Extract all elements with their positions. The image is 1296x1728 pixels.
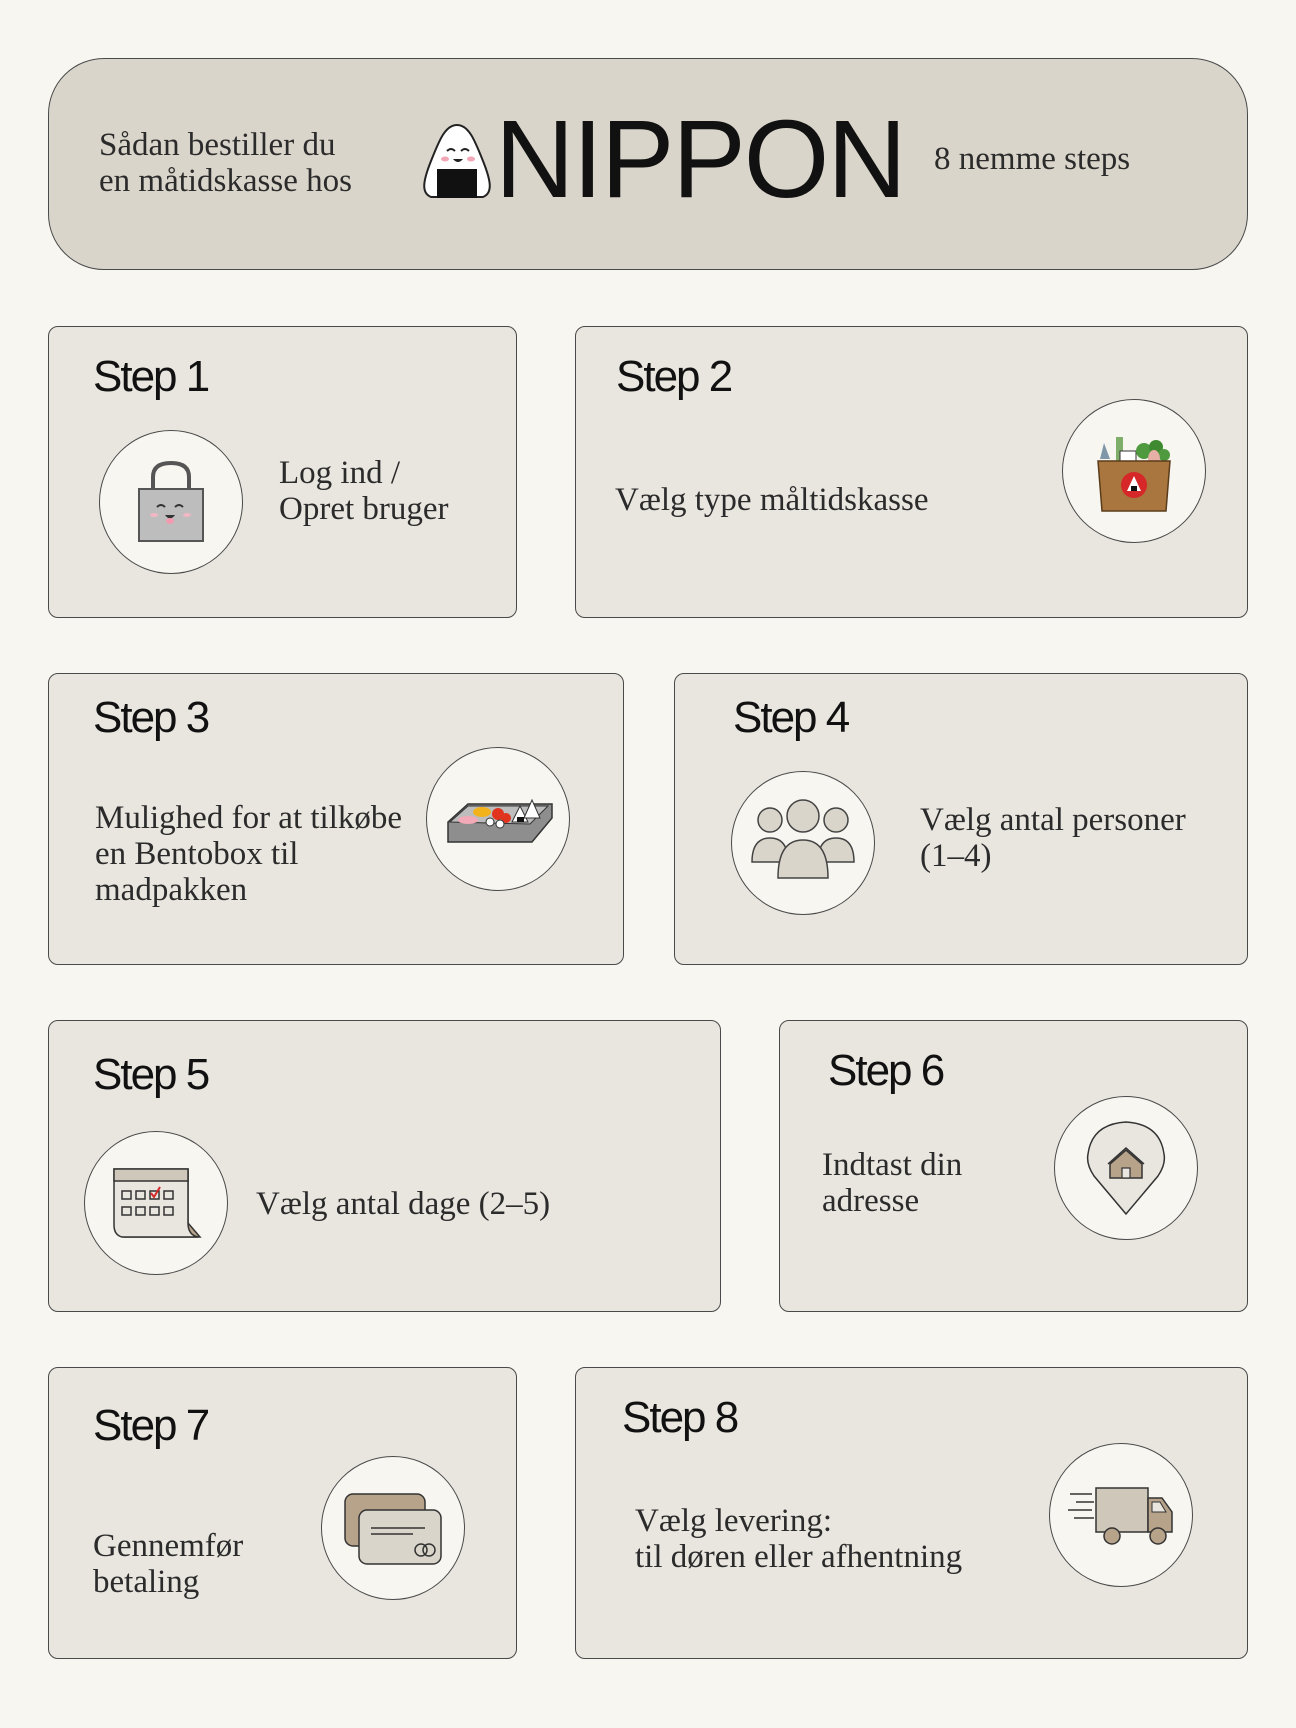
step-description: Mulighed for at tilkøbe en Bentobox til … (95, 800, 403, 908)
step-icon-circle (1054, 1096, 1198, 1240)
step-icon-circle (1062, 399, 1206, 543)
step-title: Step 2 (616, 352, 733, 401)
step-title: Step 4 (733, 693, 850, 742)
step-icon-circle (1049, 1443, 1193, 1587)
step-title: Step 1 (93, 352, 210, 401)
step-title: Step 5 (93, 1050, 210, 1099)
delivery-truck-icon (1068, 1487, 1173, 1545)
step-icon-circle (321, 1456, 465, 1600)
step-icon-circle (731, 771, 875, 915)
step-card-1[interactable]: Step 1 Log ind / Opret bruger (48, 326, 517, 618)
step-description: Indtast din adresse (822, 1147, 963, 1219)
credit-card-icon (344, 1493, 442, 1565)
step-description: Vælg antal dage (2–5) (256, 1186, 551, 1222)
onigiri-icon (417, 121, 497, 201)
step-icon-circle (84, 1131, 228, 1275)
step-title: Step 6 (828, 1046, 945, 1095)
shopping-bag-icon (138, 460, 204, 542)
step-title: Step 3 (93, 693, 210, 742)
intro-line-1: Sådan bestiller du (99, 127, 336, 163)
bento-box-icon (447, 798, 553, 843)
people-icon (751, 799, 855, 879)
step-description: Vælg levering: til døren eller afhentnin… (635, 1503, 963, 1575)
step-card-6[interactable]: Step 6 Indtast din adresse (779, 1020, 1248, 1312)
step-card-5[interactable]: Step 5 Vælg antal dage (2–5) (48, 1020, 721, 1312)
step-description: Gennemfør betaling (93, 1528, 244, 1600)
grocery-box-icon (1097, 437, 1171, 512)
brand-logo-text: NIPPON (495, 98, 907, 221)
location-pin-icon (1086, 1121, 1166, 1216)
subtitle: 8 nemme steps (934, 141, 1131, 177)
step-icon-circle (99, 430, 243, 574)
step-card-4[interactable]: Step 4 Vælg antal personer (1–4) (674, 673, 1248, 965)
step-icon-circle (426, 747, 570, 891)
step-description: Log ind / Opret bruger (279, 455, 449, 527)
header-banner: Sådan bestiller du en måtidskasse hos NI… (48, 58, 1248, 270)
step-title: Step 8 (622, 1393, 739, 1442)
step-description: Vælg type måltidskasse (615, 482, 929, 518)
step-title: Step 7 (93, 1401, 210, 1450)
calendar-icon (113, 1168, 202, 1238)
step-card-8[interactable]: Step 8 Vælg levering: til døren eller af… (575, 1367, 1248, 1659)
intro-text: Sådan bestiller du en måtidskasse hos (99, 127, 389, 199)
step-description: Vælg antal personer (1–4) (920, 802, 1186, 874)
step-card-3[interactable]: Step 3 Mulighed for at tilkøbe en Bentob… (48, 673, 624, 965)
step-card-2[interactable]: Step 2 Vælg type måltidskasse (575, 326, 1248, 618)
intro-line-2: en måtidskasse hos (99, 163, 352, 199)
step-card-7[interactable]: Step 7 Gennemfør betaling (48, 1367, 517, 1659)
